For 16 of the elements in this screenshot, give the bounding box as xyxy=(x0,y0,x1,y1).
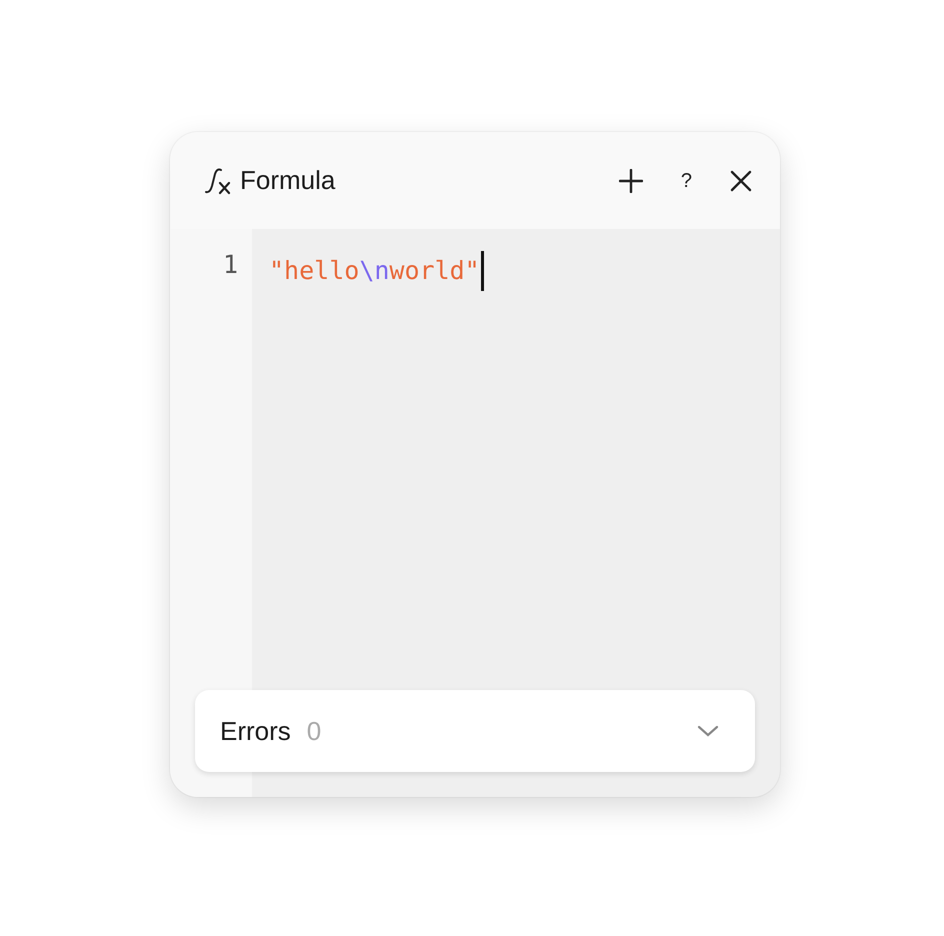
line-number: 1 xyxy=(222,251,238,279)
help-button[interactable]: ? xyxy=(680,170,692,190)
add-button[interactable] xyxy=(618,168,643,192)
string-literal: "hello xyxy=(269,257,360,285)
close-icon xyxy=(730,170,752,192)
plus-icon xyxy=(618,168,643,192)
close-button[interactable] xyxy=(730,170,752,192)
chevron-icon[interactable] xyxy=(697,724,719,738)
error-count: 0 xyxy=(306,714,322,748)
escape-sequence: \n xyxy=(359,257,390,285)
text-cursor xyxy=(480,251,484,291)
errors-panel[interactable]: Errors 0 xyxy=(195,690,755,772)
function-icon xyxy=(204,166,232,196)
errors-label: Errors xyxy=(220,714,291,748)
string-literal: world" xyxy=(389,257,480,285)
panel-title: Formula xyxy=(240,164,336,197)
